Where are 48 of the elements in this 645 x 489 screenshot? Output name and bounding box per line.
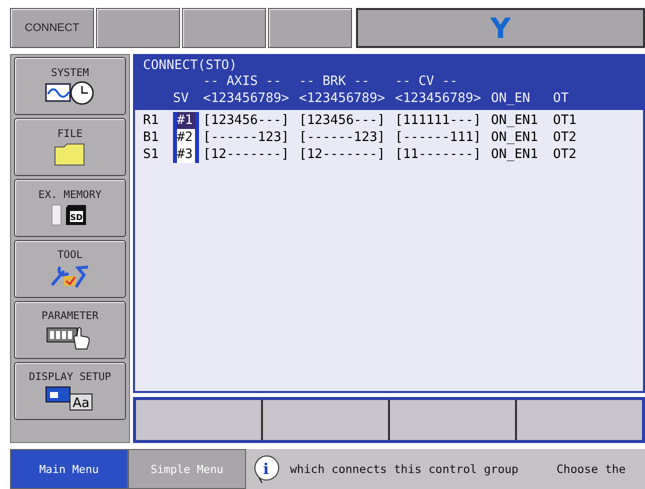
table-cell-text: ON_EN1 — [491, 146, 539, 163]
column-header: OT — [553, 90, 570, 107]
folder-icon — [54, 142, 86, 166]
table-cell-text: OT2 — [553, 129, 578, 146]
sv-cell[interactable]: #1 — [173, 112, 199, 129]
sidebar-button[interactable]: FILE — [14, 118, 126, 176]
table-cell-text: [11-------] — [395, 146, 482, 163]
message-text: Choose the — [556, 462, 626, 476]
info-icon: i — [252, 454, 280, 484]
group-header: -- AXIS -- — [203, 73, 282, 90]
row-label: B1 — [143, 129, 160, 146]
table-cell-text: [12-------] — [203, 146, 290, 163]
table-cell-text: ON_EN1 — [491, 129, 539, 146]
panel-title: CONNECT(STO) — [143, 58, 238, 73]
column-header: ON_EN — [491, 90, 532, 107]
group-header: -- CV -- — [395, 73, 459, 90]
column-header: <123456789> — [395, 90, 482, 107]
sidebar-button[interactable]: EX. MEMORY SD — [14, 179, 126, 237]
table-cell-text: [------123] — [203, 129, 290, 146]
sv-cell[interactable]: #2 — [173, 129, 199, 146]
table-cell-text: [12-------] — [299, 146, 386, 163]
sv-cell[interactable]: #3 — [173, 146, 199, 163]
sidebar-button[interactable]: SYSTEM — [14, 57, 126, 115]
table-cell-text: OT2 — [553, 146, 578, 163]
row-label: R1 — [143, 112, 160, 129]
blank-button[interactable] — [268, 8, 352, 48]
column-header: SV — [173, 90, 190, 107]
sidebar-button[interactable]: DISPLAY SETUP Aa — [14, 362, 126, 420]
table-cell-text: ON_EN1 — [491, 112, 539, 129]
top-button[interactable]: CONNECT — [10, 8, 94, 48]
sidebar-button[interactable]: TOOL — [14, 240, 126, 298]
logo: Y — [490, 12, 511, 44]
sidebar-button[interactable]: PARAMETER — [14, 301, 126, 359]
table-cell-text: [------111] — [395, 129, 482, 146]
wave-clock-icon — [45, 81, 95, 105]
table-cell-text: OT1 — [553, 112, 578, 129]
table-cell-text: [123456---] — [203, 112, 290, 129]
menu-tab[interactable]: Main Menu — [10, 449, 128, 489]
column-header: <123456789> — [203, 90, 290, 107]
group-header: -- BRK -- — [299, 73, 370, 90]
blank-button[interactable] — [96, 8, 180, 48]
message-text: which connects this control group — [290, 462, 518, 476]
table-cell-text: [123456---] — [299, 112, 386, 129]
blank-button[interactable] — [182, 8, 266, 48]
row-label: S1 — [143, 146, 160, 163]
table-cell-text: [111111---] — [395, 112, 482, 129]
column-header: <123456789> — [299, 90, 386, 107]
table-cell-text: [------123] — [299, 129, 386, 146]
